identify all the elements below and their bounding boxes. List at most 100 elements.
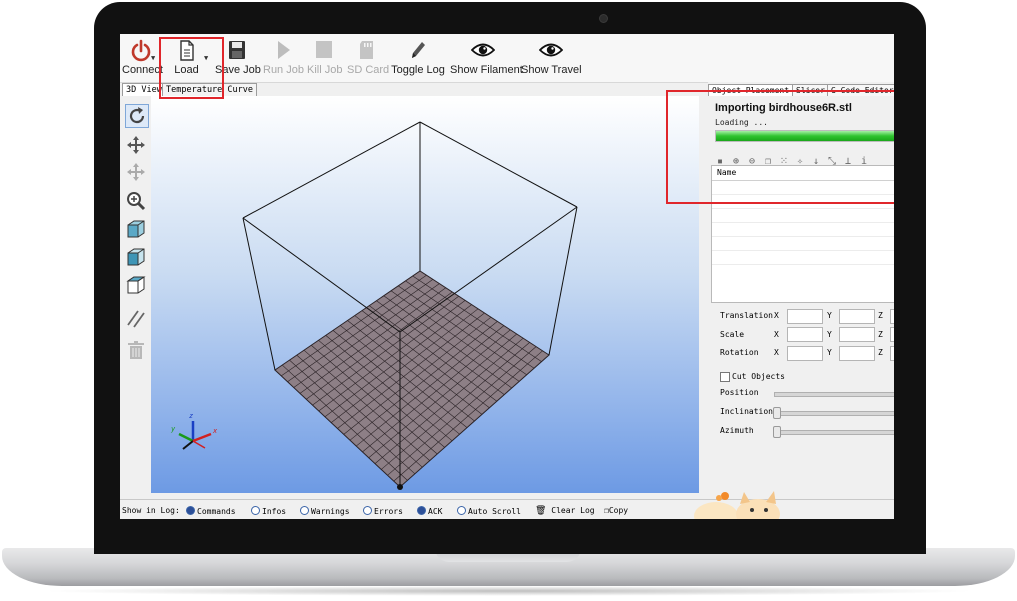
pencil-icon <box>412 42 425 58</box>
show-filament-button[interactable]: Show Filament <box>450 38 523 80</box>
import-progress-bar <box>715 130 894 142</box>
delete-tool[interactable] <box>125 339 147 361</box>
inclination-slider[interactable] <box>774 411 894 416</box>
show-travel-label: Show Travel <box>521 64 582 76</box>
list-item[interactable] <box>712 209 894 223</box>
scale-x-field[interactable] <box>787 327 823 342</box>
move-icon <box>127 136 145 154</box>
view-toolbar <box>120 96 151 493</box>
rotate-icon <box>129 107 145 124</box>
save-job-button[interactable]: Save Job <box>215 38 261 80</box>
inclination-label: Inclination <box>720 407 773 416</box>
run-job-label: Run Job <box>263 64 304 76</box>
infos-radio[interactable] <box>251 506 260 515</box>
rotation-label: Rotation <box>720 348 759 357</box>
tab-temperature-curve[interactable]: Temperature Curve <box>162 83 257 96</box>
log-option-commands[interactable]: Commands <box>186 506 236 516</box>
log-option-warnings[interactable]: Warnings <box>300 506 350 516</box>
inclination-slider-thumb[interactable] <box>773 407 781 419</box>
kill-job-button[interactable]: Kill Job <box>307 38 342 80</box>
tab-3d-view[interactable]: 3D View <box>122 83 166 96</box>
right-panel: Object Placement Slicer G-Code Editor Im… <box>708 82 894 493</box>
iso-view-tool[interactable] <box>125 218 147 240</box>
load-button[interactable]: Load <box>170 38 203 80</box>
rotation-x-field[interactable] <box>787 346 823 361</box>
translation-x-label: X <box>774 311 779 320</box>
auto-scroll-label: Auto Scroll <box>468 507 521 516</box>
scale-y-field[interactable] <box>839 327 875 342</box>
svg-text:y: y <box>170 425 176 433</box>
translation-label: Translation <box>720 311 773 320</box>
move-object-tool[interactable] <box>125 161 147 183</box>
scale-y-label: Y <box>827 330 832 339</box>
rotation-y-field[interactable] <box>839 346 875 361</box>
zoom-tool[interactable] <box>125 190 147 212</box>
object-list[interactable]: Name <box>711 165 894 303</box>
origin-marker <box>397 484 403 490</box>
azimuth-slider[interactable] <box>774 430 894 435</box>
trash-icon: 🗑 <box>535 506 547 516</box>
sd-card-button[interactable]: SD Card <box>347 38 389 80</box>
position-slider[interactable] <box>774 392 894 397</box>
cut-objects-label: Cut Objects <box>732 372 785 381</box>
list-item[interactable] <box>712 181 894 195</box>
laptop-shadow <box>40 586 977 596</box>
load-label: Load <box>174 64 199 76</box>
main-toolbar: Connect ▼ Load ▼ Save Job Run Job Kill J… <box>120 34 894 83</box>
log-option-auto-scroll[interactable]: Auto Scroll <box>457 506 521 516</box>
log-option-errors[interactable]: Errors <box>363 506 403 516</box>
copy-button[interactable]: ❐Copy <box>604 506 628 515</box>
tab-gcode-editor[interactable]: G-Code Editor <box>827 84 894 96</box>
axis-gizmo-icon: z y x <box>170 412 218 450</box>
translation-y-label: Y <box>827 311 832 320</box>
clear-log-label: Clear Log <box>551 506 595 515</box>
log-option-infos[interactable]: Infos <box>251 506 286 516</box>
camera-icon <box>599 14 608 23</box>
clear-log-button[interactable]: 🗑 Clear Log <box>535 506 595 516</box>
chevron-down-icon[interactable]: ▼ <box>204 54 208 62</box>
show-filament-label: Show Filament <box>450 64 523 76</box>
list-item[interactable] <box>712 223 894 237</box>
translation-z-field[interactable] <box>890 309 894 324</box>
commands-radio[interactable] <box>186 506 195 515</box>
azimuth-slider-thumb[interactable] <box>773 426 781 438</box>
chevron-down-icon[interactable]: ▼ <box>151 54 155 62</box>
scale-label: Scale <box>720 330 745 339</box>
parallel-view-tool[interactable] <box>125 308 147 330</box>
app-window: Connect ▼ Load ▼ Save Job Run Job Kill J… <box>120 34 894 519</box>
list-item[interactable] <box>712 195 894 209</box>
svg-text:x: x <box>212 427 218 435</box>
top-view-tool[interactable] <box>125 274 147 296</box>
scale-z-field[interactable] <box>890 327 894 342</box>
cut-objects-checkbox[interactable] <box>720 372 730 382</box>
import-title: Importing birdhouse6R.stl <box>715 102 852 114</box>
top-view-icon <box>126 276 146 294</box>
auto-scroll-radio[interactable] <box>457 506 466 515</box>
tab-slicer[interactable]: Slicer <box>792 84 830 96</box>
3d-viewport[interactable]: z y x <box>151 96 699 493</box>
floppy-icon <box>229 41 245 59</box>
list-item[interactable] <box>712 237 894 251</box>
ack-radio[interactable] <box>417 506 426 515</box>
translation-x-field[interactable] <box>787 309 823 324</box>
rotation-z-label: Z <box>878 348 883 357</box>
warnings-radio[interactable] <box>300 506 309 515</box>
errors-radio[interactable] <box>363 506 372 515</box>
connect-label: Connect <box>122 64 163 76</box>
rotate-tool[interactable] <box>125 104 149 128</box>
translation-y-field[interactable] <box>839 309 875 324</box>
show-travel-button[interactable]: Show Travel <box>521 38 582 80</box>
print-bed <box>274 270 550 488</box>
iso-view-icon <box>127 220 145 238</box>
log-option-ack[interactable]: ACK <box>417 506 442 516</box>
svg-text:z: z <box>189 412 193 420</box>
rotation-z-field[interactable] <box>890 346 894 361</box>
toggle-log-button[interactable]: Toggle Log <box>391 38 445 80</box>
ack-label: ACK <box>428 507 443 516</box>
front-view-tool[interactable] <box>125 246 147 268</box>
run-job-button[interactable]: Run Job <box>263 38 304 80</box>
list-item[interactable] <box>712 251 894 265</box>
move-tool[interactable] <box>125 134 147 156</box>
tab-object-placement[interactable]: Object Placement <box>708 84 794 96</box>
warnings-label: Warnings <box>311 507 350 516</box>
